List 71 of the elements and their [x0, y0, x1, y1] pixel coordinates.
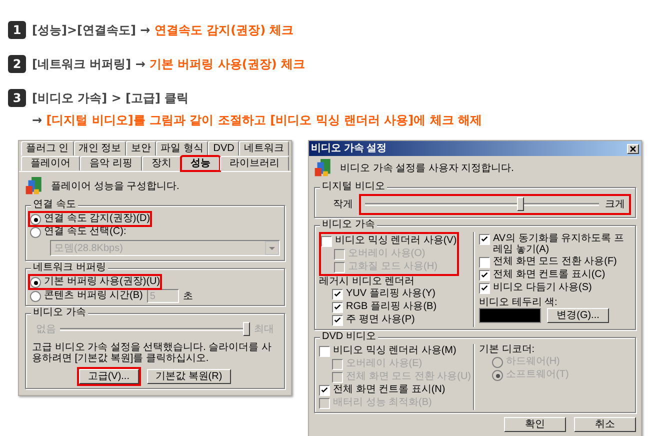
- window-title: 비디오 가속 설정: [311, 143, 387, 154]
- slider[interactable]: [365, 197, 599, 212]
- button[interactable]: 고급(V)...: [78, 369, 138, 384]
- slider-thumb[interactable]: [517, 197, 524, 211]
- button[interactable]: 확인: [504, 417, 566, 432]
- radio-option[interactable]: 콘텐츠 버퍼링 시간(B): [30, 290, 143, 302]
- checkbox[interactable]: [479, 270, 490, 281]
- button[interactable]: 기본값 복원(R): [146, 369, 232, 384]
- tab[interactable]: 라이브러리: [220, 156, 290, 171]
- checkbox[interactable]: [319, 385, 330, 396]
- group-title: DVD 비디오: [320, 331, 378, 342]
- group-title: 디지털 비디오: [320, 181, 387, 192]
- checkbox[interactable]: [319, 346, 330, 357]
- slider[interactable]: [60, 322, 250, 337]
- checkbox-option[interactable]: 주 평면 사용(P): [332, 314, 415, 326]
- field-label: 기본 디코더:: [479, 344, 536, 355]
- color-swatch: [479, 308, 541, 323]
- radio-button[interactable]: [30, 291, 41, 302]
- checkbox-option[interactable]: YUV 플리핑 사용(Y): [332, 288, 436, 300]
- checkbox-option[interactable]: 비디오 믹싱 렌더러 사용(V): [321, 235, 457, 247]
- checkbox[interactable]: [332, 302, 343, 313]
- button[interactable]: 변경(G)...: [547, 308, 609, 323]
- group-title: 비디오 가속: [320, 219, 377, 230]
- tab[interactable]: 음악 리핑: [80, 156, 142, 171]
- player-icon: [25, 176, 43, 196]
- checkbox-option[interactable]: 전체 화면 컨트롤 표시(C): [479, 269, 606, 281]
- step-number: 3: [8, 89, 26, 107]
- max-label: 크게: [605, 199, 625, 210]
- checkbox-option[interactable]: 전체 화면 모드 전환 사용(F): [479, 256, 617, 268]
- step-number: 1: [8, 21, 26, 39]
- tab[interactable]: 성능: [180, 156, 220, 171]
- radio-button[interactable]: [30, 277, 41, 288]
- section-label: 레거시 비디오 렌더러: [319, 276, 416, 287]
- group-title: 비디오 가속: [31, 307, 88, 318]
- checkbox-option[interactable]: 비디오 다듬기 사용(S): [479, 282, 592, 294]
- radio-option[interactable]: 연결 속도 선택(C):: [30, 226, 126, 238]
- tab[interactable]: 개인 정보: [74, 141, 126, 156]
- checkbox[interactable]: [479, 283, 490, 294]
- checkbox[interactable]: [321, 236, 332, 247]
- checkbox[interactable]: [332, 315, 343, 326]
- instruction-text: [비디오 가속] > [고급] 클릭: [32, 90, 190, 107]
- tab[interactable]: 네트워크: [239, 141, 289, 156]
- tab[interactable]: 플러그 인: [21, 141, 74, 156]
- instruction-text: [성능]>[연결속도] → 연결속도 감지(권장) 체크: [32, 22, 294, 39]
- checkbox[interactable]: [332, 289, 343, 300]
- step-number: 2: [8, 55, 26, 73]
- instruction-text: → [디지털 비디오]를 그림과 같이 조절하고 [비디오 믹싱 랜더러 사용]에 체크 해제: [32, 112, 482, 129]
- radio-button[interactable]: [30, 227, 41, 238]
- radio-button[interactable]: [30, 214, 41, 225]
- checkbox-option[interactable]: 비디오 믹싱 렌더러 사용(M): [319, 345, 456, 357]
- radio-option[interactable]: 연결 속도 감지(권장)(D): [30, 213, 150, 225]
- button[interactable]: 취소: [574, 417, 636, 432]
- note-text: 고급 비디오 가속 설정을 선택했습니다. 슬라이더를 사용하려면 [기본값 복원]를 클릭하십시오.: [32, 342, 272, 364]
- description-text: 플레이어 성능을 구성합니다.: [51, 180, 180, 192]
- radio-option[interactable]: 기본 버퍼링 사용(권장)(U): [30, 276, 160, 288]
- checkbox[interactable]: [479, 234, 490, 245]
- checkbox-option[interactable]: RGB 플리핑 사용(B): [332, 301, 437, 313]
- group-title: 연결 속도: [31, 199, 78, 210]
- min-label: 작게: [333, 199, 353, 210]
- description-text: 비디오 가속 설정를 사용자 지정합니다.: [340, 162, 514, 174]
- checkbox[interactable]: [479, 257, 490, 268]
- instruction-text: [네트워크 버퍼링] → 기본 버퍼링 사용(권장) 체크: [32, 56, 306, 73]
- group-title: 네트워크 버퍼링: [31, 262, 108, 273]
- player-icon: [314, 158, 332, 178]
- tab[interactable]: 플레이어: [21, 156, 80, 171]
- checkbox-option[interactable]: 전체 화면 컨트롤 표시(N): [319, 384, 446, 396]
- close-button[interactable]: [627, 144, 639, 154]
- tab[interactable]: 보안: [126, 141, 156, 156]
- unit-label: 초: [182, 290, 193, 302]
- checkbox-option[interactable]: AV의 동기화를 유지하도록 프레임 놓기(A): [479, 233, 631, 255]
- field-label: 비디오 테두리 색:: [479, 297, 558, 308]
